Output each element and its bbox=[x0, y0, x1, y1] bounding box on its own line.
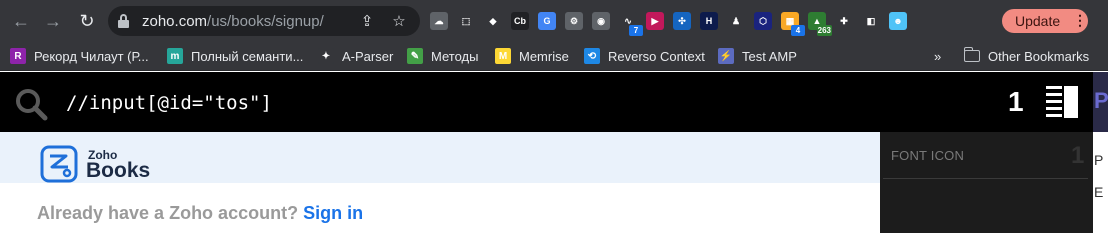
bookmark-label: Memrise bbox=[519, 48, 569, 64]
cloud-extension-icon[interactable]: ☁ bbox=[430, 12, 448, 30]
menu-dots-icon[interactable]: ⋮ bbox=[1073, 12, 1087, 29]
signin-prompt-line: Already have a Zoho account? Sign in bbox=[37, 203, 363, 224]
bookmark-label: Полный семанти... bbox=[191, 48, 304, 64]
search-icon[interactable] bbox=[14, 87, 48, 121]
update-label: Update bbox=[1015, 13, 1061, 29]
extensions-row: ☁ ⬚ ◆ Cb G ⚙ ◉ ∿ 7 ▶ ✣ H ♟ ⬡ ▦ 4 ▲ 263 ✚ ◧ ☻ bbox=[430, 11, 907, 36]
lock-icon bbox=[118, 14, 129, 28]
gear-extension-icon[interactable]: ⚙ bbox=[565, 12, 583, 30]
result-label: FONT ICON bbox=[891, 148, 965, 163]
bookmark-item[interactable]: m Полный семанти... bbox=[167, 47, 303, 65]
url-path: /us/books/signup/ bbox=[207, 13, 324, 30]
folder-icon bbox=[963, 47, 980, 62]
bookmark-favicon-icon: ✎ bbox=[407, 48, 423, 64]
other-bookmarks-folder[interactable]: Other Bookmarks bbox=[963, 47, 1090, 65]
forward-button[interactable]: → bbox=[40, 8, 66, 34]
bookmark-favicon-icon: M bbox=[495, 48, 511, 64]
bookmark-label: Методы bbox=[431, 48, 479, 64]
extension-badge: 4 bbox=[791, 25, 805, 36]
h-extension-icon[interactable]: H bbox=[700, 12, 718, 30]
results-panel-toggle-icon[interactable] bbox=[1046, 86, 1078, 118]
result-item[interactable]: FONT ICON 1 bbox=[883, 132, 1088, 179]
diamond-extension-icon[interactable]: ◆ bbox=[484, 12, 502, 30]
bookmark-item[interactable]: ⟲ Reverso Context bbox=[584, 47, 705, 65]
reload-button[interactable]: ↻ bbox=[74, 8, 100, 34]
wave-extension-icon[interactable]: ∿ 7 bbox=[619, 12, 643, 36]
profile-avatar-icon[interactable]: ☻ bbox=[889, 12, 907, 30]
google-translate-extension-icon[interactable]: G bbox=[538, 12, 556, 30]
bookmark-item[interactable]: ✎ Методы bbox=[407, 47, 478, 65]
play-extension-icon[interactable]: ▶ bbox=[646, 12, 664, 30]
bookmark-label: Test AMP bbox=[742, 48, 797, 64]
bookmark-label: A-Parser bbox=[342, 48, 394, 64]
bookmarks-bar: R Рекорд Чилаут (Р... m Полный семанти..… bbox=[0, 41, 1108, 71]
selection-extension-icon[interactable]: ⬚ bbox=[457, 12, 475, 30]
zoho-books-logo-icon[interactable] bbox=[40, 145, 78, 183]
page-edge-strip: P E bbox=[1093, 132, 1108, 233]
bookmark-item[interactable]: ✦ A-Parser bbox=[318, 47, 393, 65]
bookmark-favicon-icon: R bbox=[10, 48, 26, 64]
arrow-right-icon: → bbox=[44, 10, 62, 31]
bookmark-item[interactable]: ⚡ Test AMP bbox=[718, 47, 797, 65]
logo-text-books: Books bbox=[86, 159, 151, 182]
xpath-query-input[interactable]: //input[@id="tos"] bbox=[66, 92, 272, 114]
puzzle-extension-icon[interactable]: ✚ bbox=[835, 12, 853, 30]
extension-badge: 263 bbox=[816, 25, 832, 36]
folder-extension-icon[interactable]: ▦ 4 bbox=[781, 12, 805, 36]
cb-extension-icon[interactable]: Cb bbox=[511, 12, 529, 30]
address-bar[interactable]: zoho.com/us/books/signup/ ⇪ ☆ bbox=[108, 6, 420, 36]
bookmark-favicon-icon: ⟲ bbox=[584, 48, 600, 64]
sidebar-extension-icon[interactable]: ◧ bbox=[862, 12, 880, 30]
url-text[interactable]: zoho.com/us/books/signup/ bbox=[142, 13, 324, 30]
page-header: Zoho Books bbox=[0, 132, 880, 183]
arrow-left-icon: ← bbox=[12, 10, 30, 31]
chevron-double-right-icon: » bbox=[934, 48, 942, 64]
result-count: 1 bbox=[1071, 142, 1085, 169]
url-host: zoho.com bbox=[142, 13, 208, 30]
match-count: 1 bbox=[1008, 86, 1024, 117]
bookmark-item[interactable]: R Рекорд Чилаут (Р... bbox=[10, 47, 149, 65]
bookmark-label: Рекорд Чилаут (Р... bbox=[34, 48, 149, 64]
share-icon[interactable]: ⇪ bbox=[358, 12, 376, 30]
bookmark-favicon-icon: ✦ bbox=[318, 48, 334, 64]
bookmark-label: Reverso Context bbox=[608, 48, 705, 64]
bookmarks-overflow-button[interactable]: » bbox=[934, 47, 941, 65]
update-button[interactable]: Update ⋮ bbox=[1002, 9, 1088, 33]
mask-extension-icon[interactable]: ◉ bbox=[592, 12, 610, 30]
back-button[interactable]: ← bbox=[8, 8, 34, 34]
signin-link[interactable]: Sign in bbox=[303, 203, 363, 223]
page-edge-behind-overlay: P bbox=[1093, 72, 1108, 132]
xpath-search-bar: //input[@id="tos"] 1 bbox=[0, 72, 1093, 132]
dots-extension-icon[interactable]: ✣ bbox=[673, 12, 691, 30]
star-icon[interactable]: ☆ bbox=[390, 12, 408, 30]
xpath-results-panel: FONT ICON 1 bbox=[880, 132, 1093, 233]
reload-icon: ↻ bbox=[79, 10, 95, 31]
person-extension-icon[interactable]: ♟ bbox=[727, 12, 745, 30]
browser-toolbar: ← → ↻ zoho.com/us/books/signup/ ⇪ ☆ ☁ ⬚ ◆ C… bbox=[0, 0, 1108, 41]
cube-extension-icon[interactable]: ⬡ bbox=[754, 12, 772, 30]
bookmark-item[interactable]: M Memrise bbox=[495, 47, 569, 65]
bookmark-favicon-icon: ⚡ bbox=[718, 48, 734, 64]
extension-badge: 7 bbox=[629, 25, 643, 36]
signup-form-area: Already have a Zoho account? Sign in bbox=[0, 183, 880, 233]
graph-extension-icon[interactable]: ▲ 263 bbox=[808, 12, 832, 36]
bookmark-favicon-icon: m bbox=[167, 48, 183, 64]
other-bookmarks-label: Other Bookmarks bbox=[988, 48, 1090, 64]
signin-prompt-text: Already have a Zoho account? bbox=[37, 203, 299, 223]
